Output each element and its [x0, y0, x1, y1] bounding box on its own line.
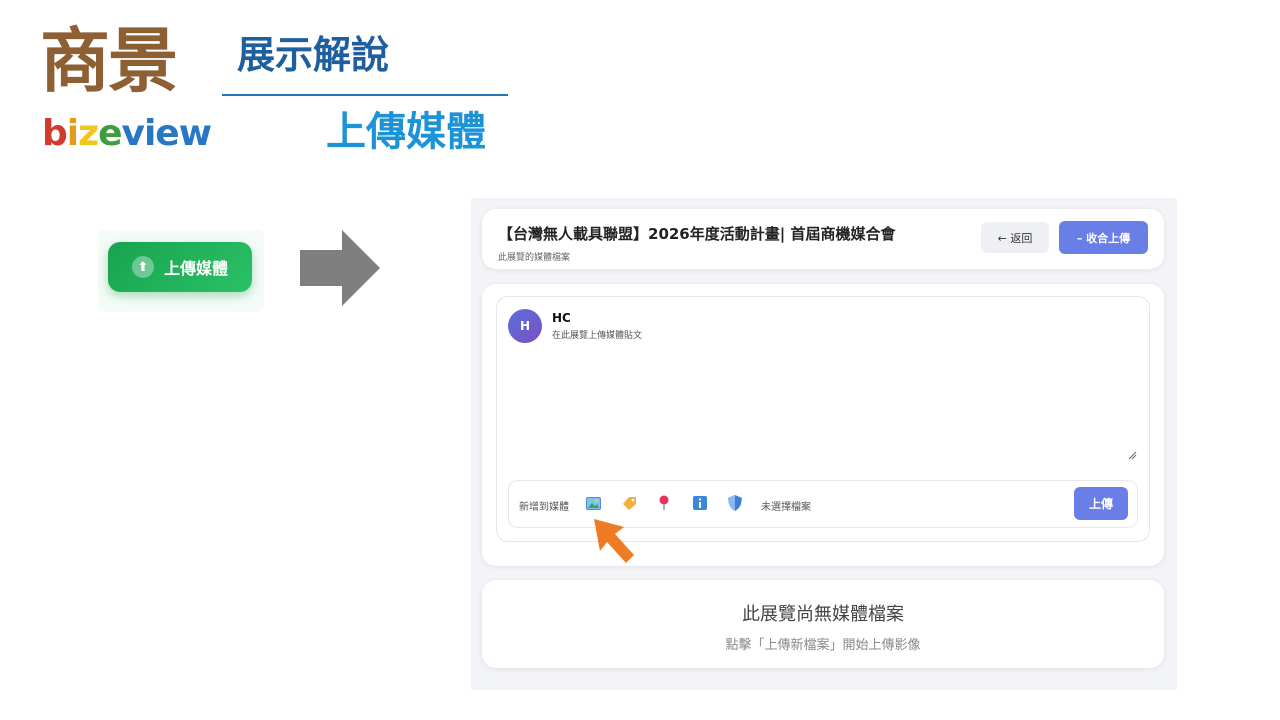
back-button[interactable]: ← 返回 [981, 222, 1049, 253]
exhibition-header-card: 【台灣無人載具聯盟】2026年度活動計畫| 首屆商機媒合會 此展覽的媒體檔案 ←… [482, 209, 1164, 269]
add-to-media-label: 新增到媒體 [519, 502, 569, 513]
user-name: HC [552, 311, 571, 325]
location-pin-icon[interactable] [656, 495, 672, 511]
exhibition-title: 【台灣無人載具聯盟】2026年度活動計畫| 首屆商機媒合會 [498, 225, 896, 243]
file-status: 未選擇檔案 [761, 502, 811, 513]
logo-chinese: 商景 [40, 20, 178, 102]
info-icon[interactable] [692, 495, 708, 511]
empty-state-title: 此展覽尚無媒體檔案 [742, 604, 904, 625]
media-page-screenshot: 【台灣無人載具聯盟】2026年度活動計畫| 首屆商機媒合會 此展覽的媒體檔案 ←… [471, 198, 1177, 690]
empty-state-hint: 點擊「上傳新檔案」開始上傳影像 [725, 638, 921, 653]
exhibition-subtitle: 此展覽的媒體檔案 [498, 253, 571, 263]
avatar: H [508, 309, 542, 343]
collapse-upload-button[interactable]: – 收合上傳 [1059, 221, 1148, 254]
tag-icon[interactable] [621, 495, 637, 511]
title-divider [222, 94, 508, 96]
image-icon[interactable] [585, 495, 601, 511]
empty-state-card: 此展覽尚無媒體檔案 點擊「上傳新檔案」開始上傳影像 [482, 580, 1164, 668]
logo-english: bizeview [42, 113, 212, 154]
upload-button[interactable]: 上傳 [1074, 487, 1128, 520]
resize-handle-icon[interactable] [1127, 450, 1137, 460]
upload-media-label: 上傳媒體 [163, 259, 228, 278]
post-composer[interactable]: H HC 在此展覽上傳媒體貼文 新增到媒體 未選擇檔案 上傳 [496, 296, 1150, 542]
pointer-arrow-icon [594, 519, 634, 563]
slide-title: 展示解說 [237, 33, 390, 77]
arrow-up-circle-icon: ⬆ [131, 256, 154, 278]
right-arrow-icon [300, 230, 380, 306]
slide-subtitle: 上傳媒體 [326, 109, 486, 155]
post-placeholder: 在此展覽上傳媒體貼文 [552, 331, 643, 341]
upload-media-button[interactable]: ⬆ 上傳媒體 [108, 242, 252, 292]
upload-card: H HC 在此展覽上傳媒體貼文 新增到媒體 未選擇檔案 上傳 [482, 284, 1164, 566]
shield-icon[interactable] [727, 495, 743, 511]
